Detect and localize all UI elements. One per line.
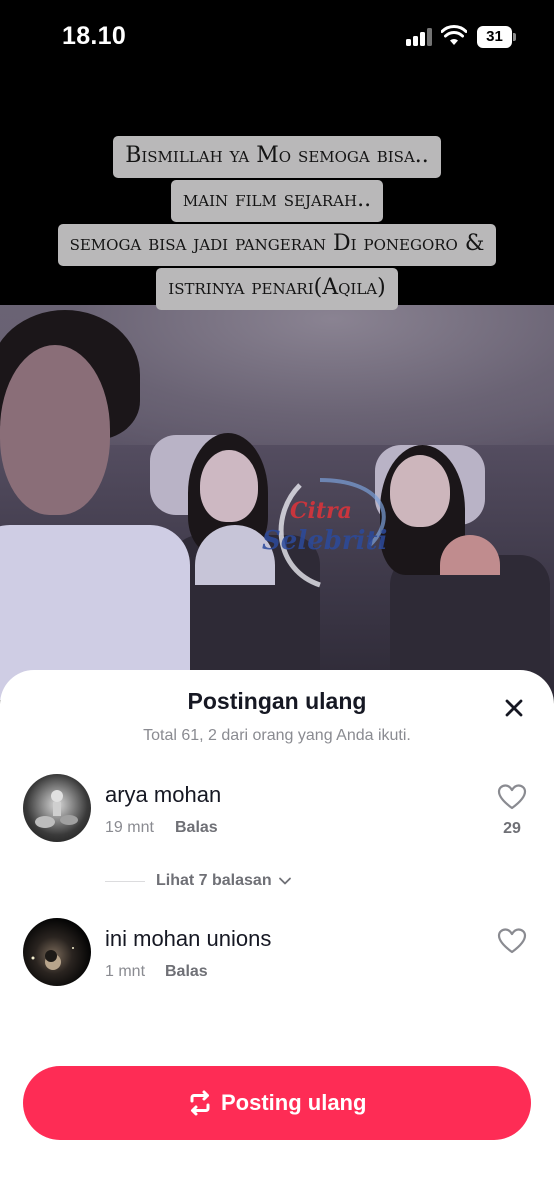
reply-button[interactable]: Balas: [175, 819, 218, 837]
person-face-front: [0, 345, 110, 515]
heart-icon[interactable]: [497, 783, 527, 811]
close-icon[interactable]: [500, 694, 528, 722]
sheet-title: Postingan ulang: [187, 688, 367, 714]
person-face-middle: [200, 450, 258, 522]
post-time: 19 mnt: [105, 819, 154, 836]
divider: [105, 881, 145, 882]
like-count: 29: [503, 820, 521, 837]
caption-line: semoga bisa jadi pangeran Di ponegoro &: [57, 224, 497, 266]
view-replies-label[interactable]: Lihat 7 balasan: [156, 872, 272, 890]
video-caption: Bismillah ya Mo semoga bisa.. main film …: [0, 134, 554, 310]
chevron-down-icon[interactable]: [277, 873, 293, 889]
video-frame: [0, 305, 554, 700]
post-time: 1 mnt: [105, 963, 146, 980]
status-time: 18.10: [62, 22, 127, 50]
person-photo-icon: [31, 947, 74, 970]
cellular-signal-icon: [406, 28, 434, 46]
caption-line: istrinya penari(Aqila): [156, 268, 398, 310]
list-item[interactable]: ini mohan unions 1 mnt Balas: [0, 918, 554, 998]
status-bar: 18.10 31: [0, 0, 554, 74]
reply-button[interactable]: Balas: [165, 963, 208, 981]
watermark-text: Citra: [290, 498, 352, 524]
caption-line: main film sejarah..: [170, 180, 384, 222]
wifi-icon: [441, 25, 467, 45]
sheet-subtitle: Total 61, 2 dari orang yang Anda ikuti.: [143, 727, 411, 744]
avatar[interactable]: [23, 918, 91, 986]
list-item[interactable]: arya mohan 19 mnt Balas 29: [0, 774, 554, 854]
repost-button[interactable]: Posting ulang: [23, 1066, 531, 1140]
repost-icon: [190, 1090, 210, 1116]
caption-line: Bismillah ya Mo semoga bisa..: [113, 136, 441, 178]
repost-sheet: Postingan ulang Total 61, 2 dari orang y…: [0, 670, 554, 1200]
user-name[interactable]: ini mohan unions: [105, 926, 271, 952]
repost-button-label: Posting ulang: [221, 1090, 367, 1115]
battery-level: 31: [477, 26, 512, 48]
heart-icon[interactable]: [497, 927, 527, 955]
battery-icon: 31: [477, 26, 517, 48]
video-player[interactable]: Citra Selebriti Bismillah ya Mo semoga b…: [0, 0, 554, 700]
avatar[interactable]: [23, 774, 91, 842]
drum-photo-icon: [35, 790, 78, 828]
user-name[interactable]: arya mohan: [105, 782, 221, 808]
watermark-subtext: Selebriti: [262, 526, 388, 556]
